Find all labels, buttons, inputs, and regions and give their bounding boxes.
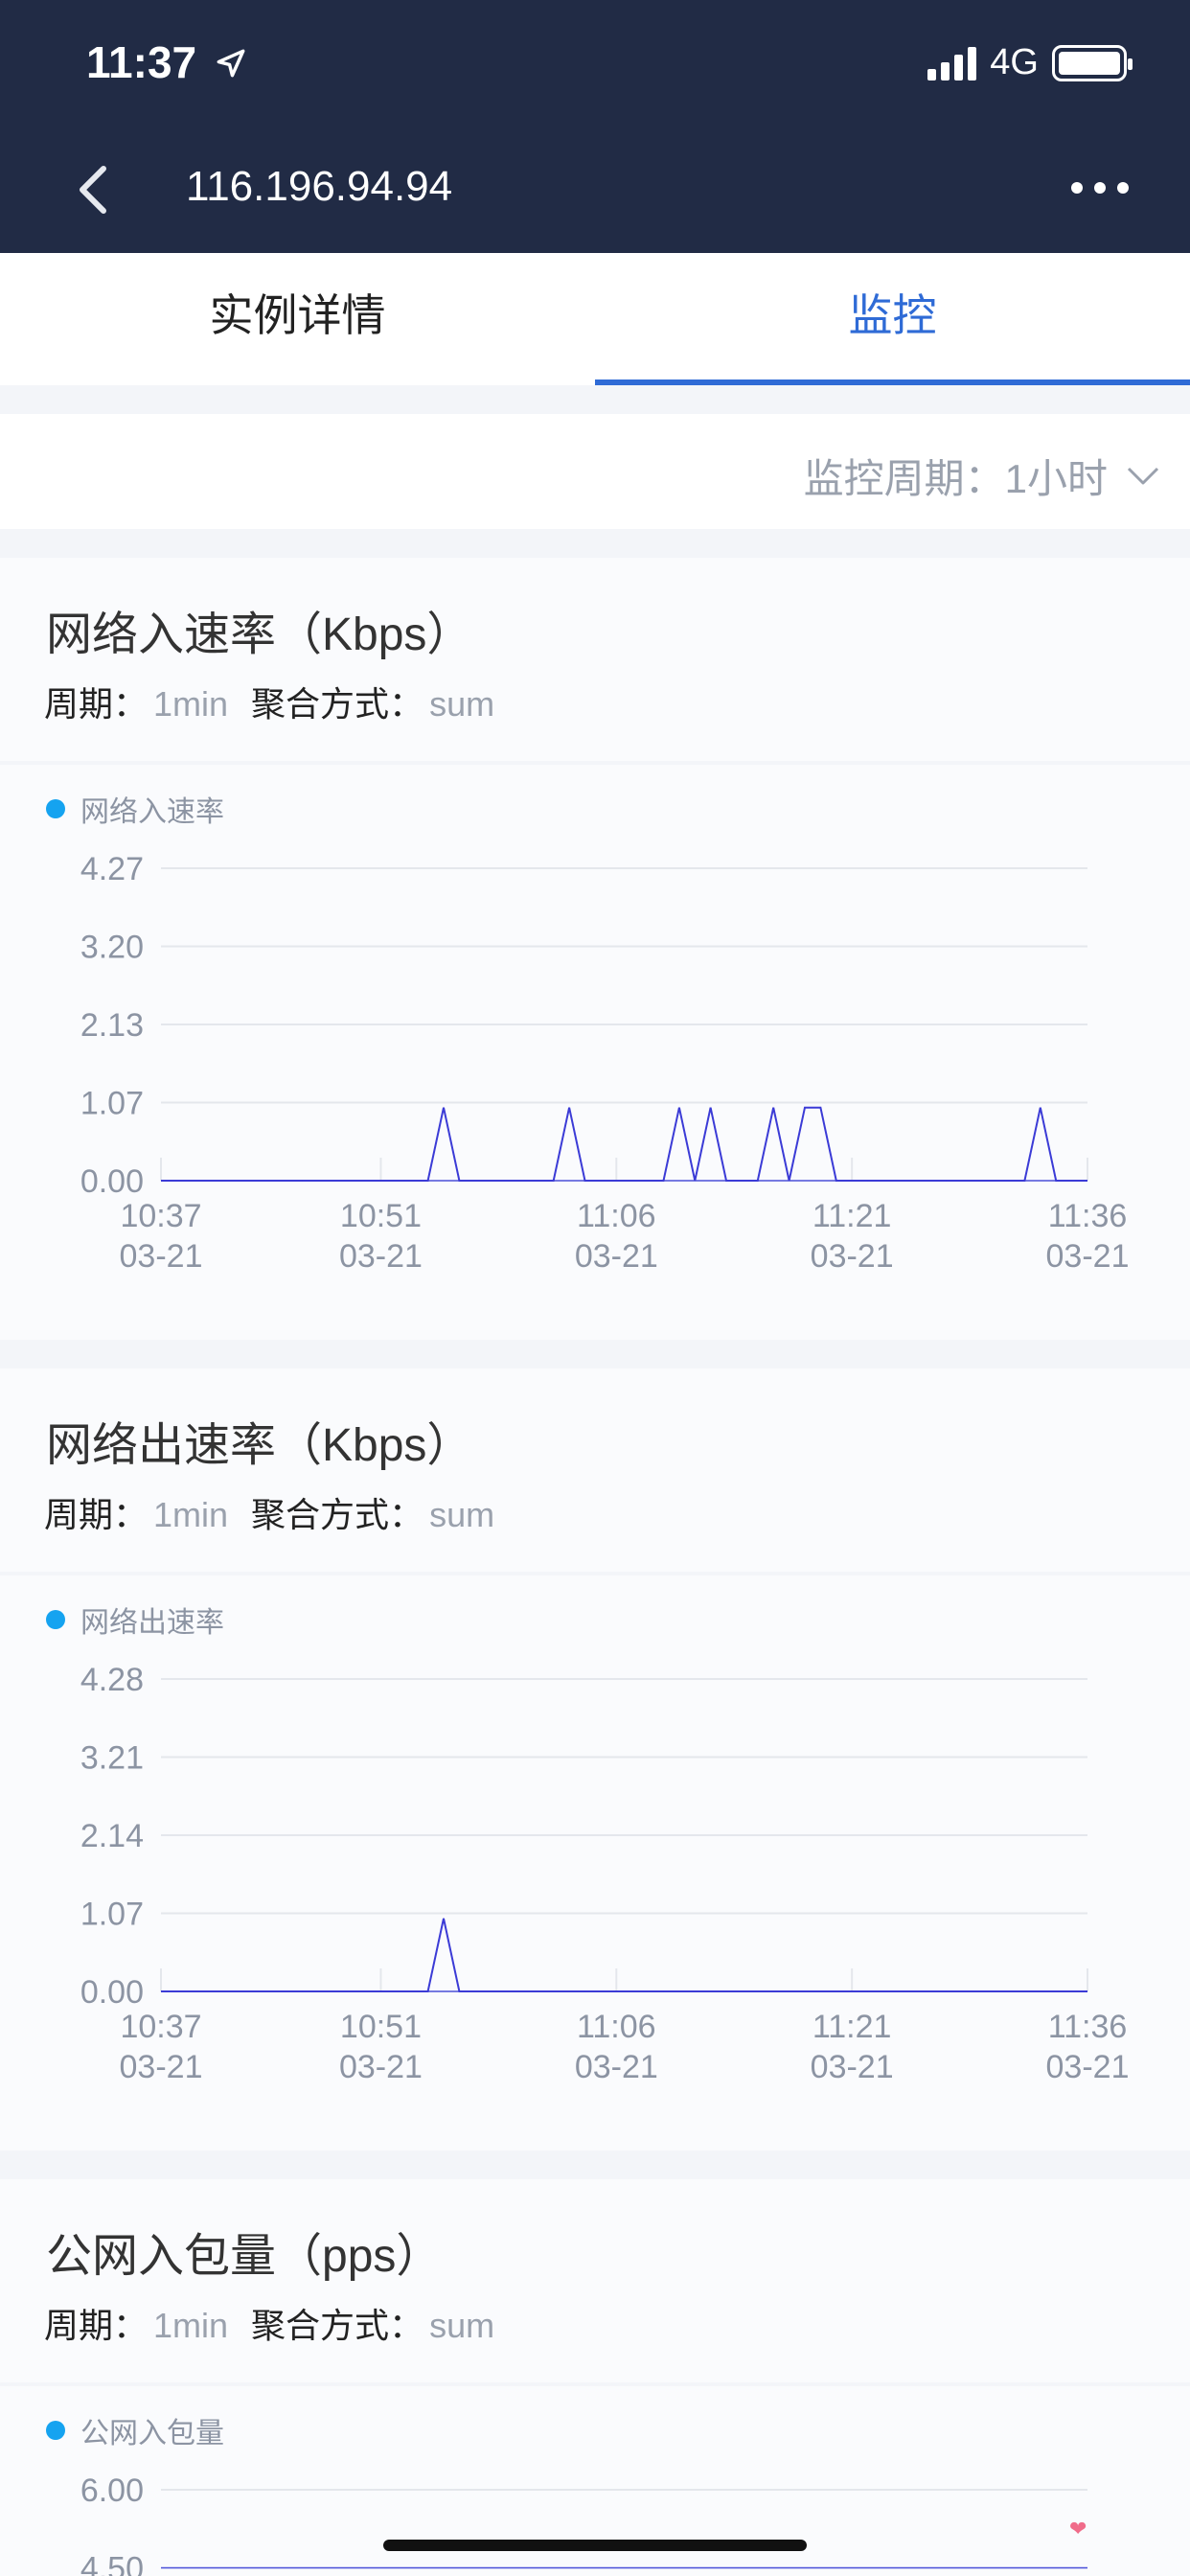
- x-tick-time: 11:21: [812, 2009, 892, 2045]
- signal-icon: [927, 46, 977, 80]
- chart-network-out: 4.28 3.21 2.14 1.07 0.00 10:37 03-21 10:51 03-21…: [0, 1576, 1190, 2150]
- y-tick-label: 4.28: [80, 1662, 144, 1698]
- chart-network-in: 4.27 3.20 2.13 1.07 0.00 10:37 03-21 10:51 03-21…: [0, 765, 1190, 1340]
- period-meta-label: 周期：: [44, 1495, 149, 1534]
- period-value: 1小时: [1004, 456, 1108, 501]
- heart-icon: ❤: [1069, 2517, 1087, 2541]
- period-bar: 监控周期：1小时: [0, 414, 1190, 529]
- x-tick-time: 10:51: [340, 1198, 422, 1234]
- y-tick-label: 6.00: [80, 2472, 144, 2509]
- y-tick-label: 3.21: [80, 1740, 144, 1777]
- aggregate-meta-value: sum: [429, 1495, 495, 1534]
- period-label: 监控周期：: [803, 456, 1005, 501]
- location-arrow-icon: [217, 49, 245, 78]
- network-type: 4G: [990, 42, 1039, 82]
- y-tick-label: 3.20: [80, 930, 144, 966]
- card-header-network-out: 网络出速率（Kbps） 周期： 1min 聚合方式： sum: [0, 1368, 1190, 1572]
- home-indicator: [383, 2540, 807, 2551]
- y-tick-label: 2.14: [80, 1818, 144, 1854]
- legend-label: 公网入包量: [80, 2418, 224, 2450]
- card-meta: 周期： 1min 聚合方式： sum: [44, 677, 517, 726]
- y-tick-label: 1.07: [80, 1086, 144, 1122]
- tab-instance-details[interactable]: 实例详情: [0, 253, 595, 385]
- aggregate-meta-label: 聚合方式：: [251, 684, 424, 724]
- card-meta: 周期： 1min 聚合方式： sum: [44, 2298, 517, 2348]
- legend-label: 网络入速率: [80, 796, 224, 828]
- y-tick-label: 0.00: [80, 1163, 144, 1200]
- chart-svg: 4.28 3.21 2.14 1.07 0.0010:37 03-21 10:51 03-21…: [80, 1662, 1130, 2085]
- series-line: [161, 1106, 1087, 1182]
- x-tick-date: 03-21: [575, 1238, 658, 1275]
- x-tick-time: 11:06: [577, 1198, 656, 1234]
- chart-svg: 4.27 3.20 2.13 1.07 0.0010:37 03-21 10:51 03-21…: [80, 851, 1130, 1275]
- y-tick-label: 0.00: [80, 1974, 144, 2011]
- legend-dot: [46, 799, 65, 818]
- card-header-network-in: 网络入速率（Kbps） 周期： 1min 聚合方式： sum: [0, 558, 1190, 761]
- card-title: 网络出速率（Kbps）: [46, 1420, 473, 1471]
- status-time: 11:37: [86, 36, 247, 88]
- aggregate-meta-label: 聚合方式：: [251, 2306, 424, 2345]
- x-tick-date: 03-21: [811, 2049, 894, 2085]
- legend-dot: [46, 2421, 65, 2440]
- tab-monitoring[interactable]: 监控: [595, 253, 1190, 385]
- period-meta-value: 1min: [153, 2306, 229, 2345]
- period-meta-value: 1min: [153, 684, 229, 724]
- header-bar: 11:37 4G 116.196.94.94: [0, 0, 1190, 253]
- card-header-public-in-packets: 公网入包量（pps） 周期： 1min 聚合方式： sum: [0, 2179, 1190, 2382]
- y-tick-label: 4.27: [80, 851, 144, 887]
- legend-dot: [46, 1610, 65, 1629]
- x-tick-time: 10:51: [340, 2009, 422, 2045]
- tab-bar: 实例详情 监控: [0, 253, 1190, 385]
- period-meta-value: 1min: [153, 1495, 229, 1534]
- x-tick-date: 03-21: [120, 1238, 203, 1275]
- x-tick-date: 03-21: [1046, 2049, 1130, 2085]
- y-tick-label: 1.07: [80, 1897, 144, 1933]
- aggregate-meta-value: sum: [429, 2306, 495, 2345]
- more-icon[interactable]: [1071, 182, 1129, 194]
- chevron-down-icon: [1127, 467, 1159, 484]
- x-tick-date: 03-21: [1046, 1238, 1130, 1275]
- back-arrow-icon[interactable]: [71, 163, 117, 217]
- x-tick-date: 03-21: [575, 2049, 658, 2085]
- series-line: [161, 1918, 1087, 1992]
- y-tick-label: 4.50: [80, 2551, 144, 2576]
- x-tick-time: 11:36: [1048, 1198, 1128, 1234]
- legend-label: 网络出速率: [80, 1607, 224, 1639]
- x-tick-time: 11:06: [577, 2009, 656, 2045]
- aggregate-meta-value: sum: [429, 684, 495, 724]
- card-meta: 周期： 1min 聚合方式： sum: [44, 1487, 517, 1537]
- period-selector[interactable]: 监控周期：1小时: [804, 447, 1159, 505]
- chart-legend[interactable]: 公网入包量: [46, 2409, 224, 2451]
- chart-legend[interactable]: 网络入速率: [46, 788, 224, 830]
- x-tick-date: 03-21: [811, 1238, 894, 1275]
- x-tick-time: 11:21: [812, 1198, 892, 1234]
- y-tick-label: 2.13: [80, 1007, 144, 1044]
- battery-icon: [1052, 44, 1133, 81]
- card-title: 网络入速率（Kbps）: [46, 610, 473, 660]
- page-title: 116.196.94.94: [186, 163, 453, 210]
- x-tick-time: 10:37: [120, 1198, 201, 1234]
- period-meta-label: 周期：: [44, 684, 149, 724]
- period-meta-label: 周期：: [44, 2306, 149, 2345]
- x-tick-date: 03-21: [339, 2049, 423, 2085]
- card-title: 公网入包量（pps）: [46, 2231, 443, 2282]
- chart-legend[interactable]: 网络出速率: [46, 1598, 224, 1641]
- x-tick-time: 10:37: [120, 2009, 201, 2045]
- x-tick-date: 03-21: [339, 1238, 423, 1275]
- aggregate-meta-label: 聚合方式：: [251, 1495, 424, 1534]
- x-tick-time: 11:36: [1048, 2009, 1128, 2045]
- x-tick-date: 03-21: [120, 2049, 203, 2085]
- status-indicators: 4G: [927, 42, 1133, 83]
